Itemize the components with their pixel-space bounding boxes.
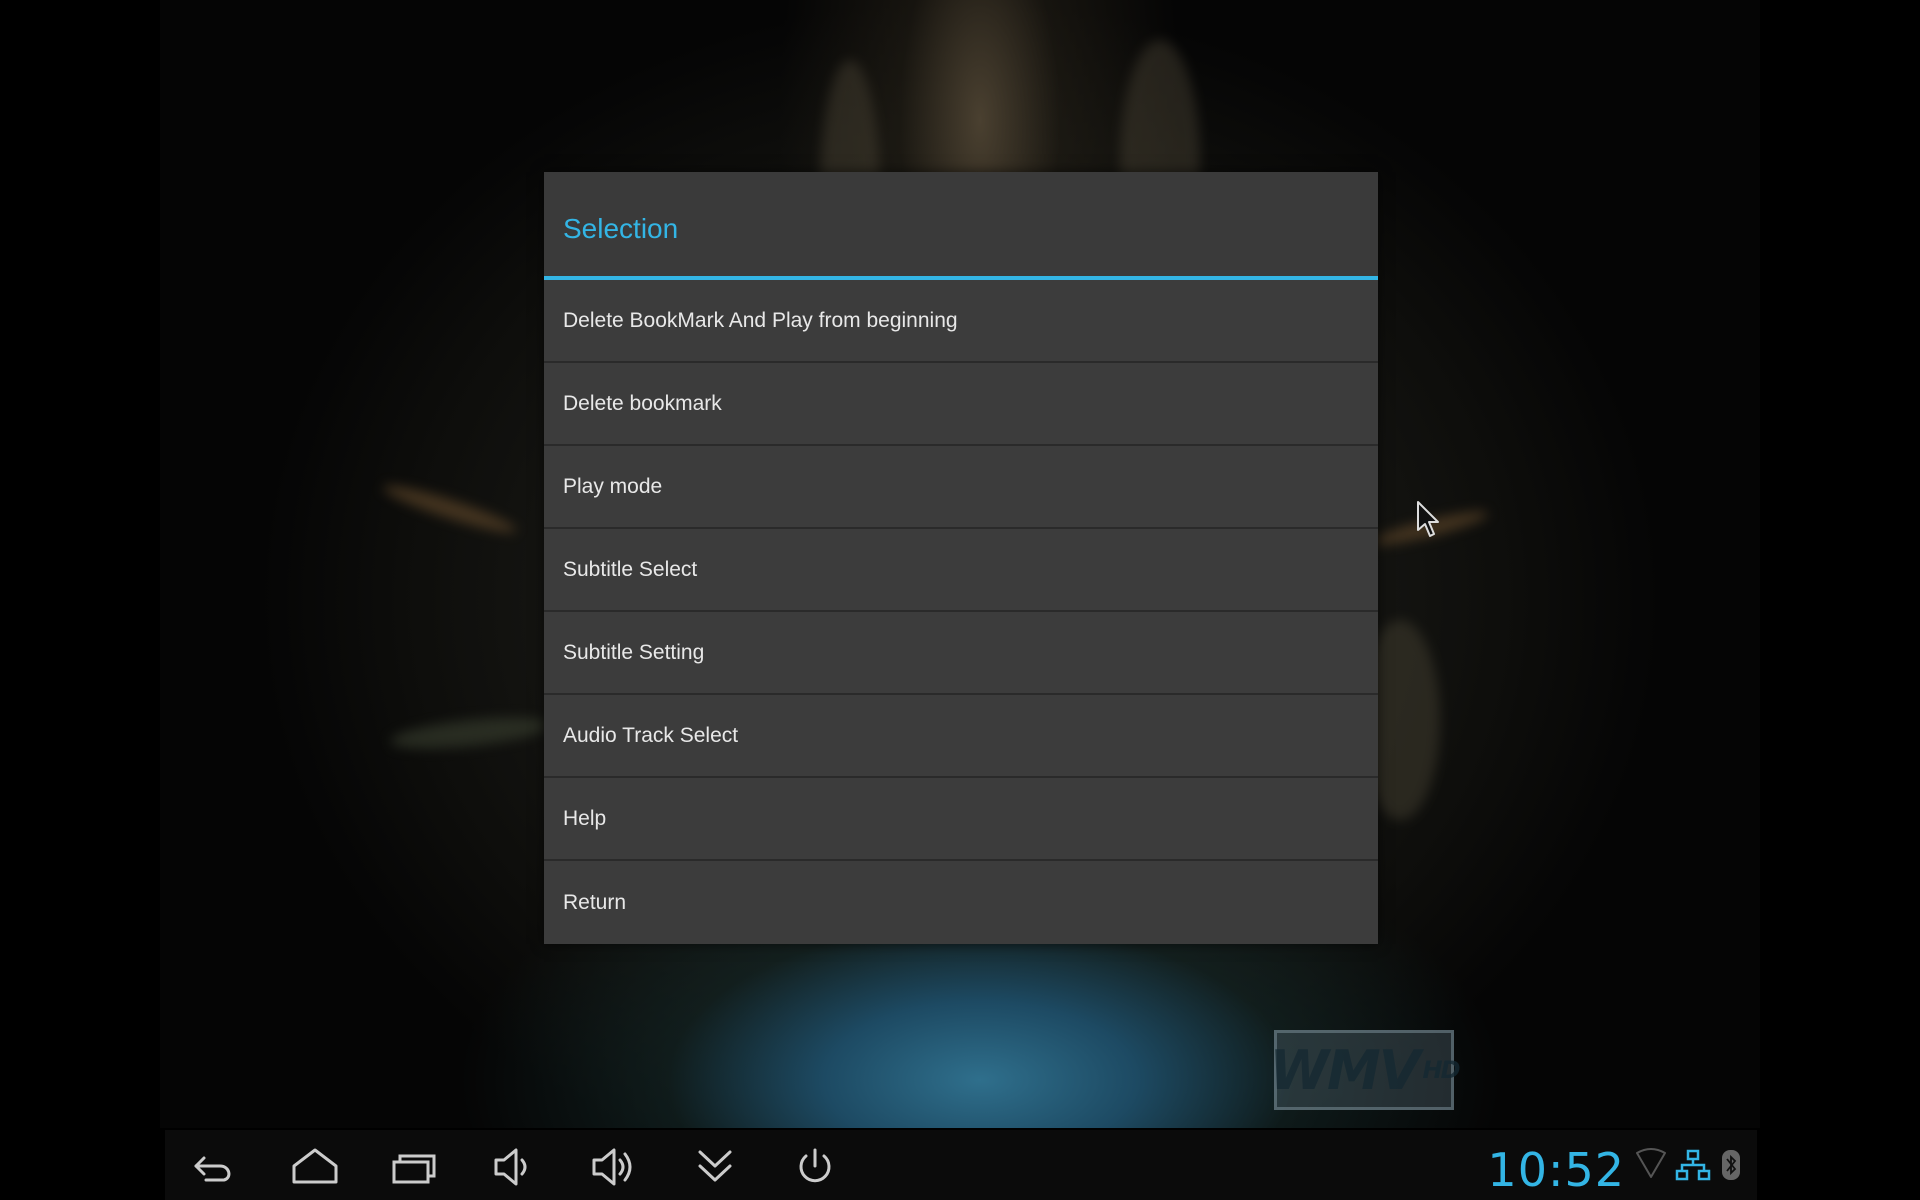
menu-item-label: Delete bookmark <box>563 391 722 415</box>
dialog-header: Selection <box>544 172 1378 280</box>
recent-apps-icon[interactable] <box>390 1144 440 1190</box>
menu-item-subtitle-select[interactable]: Subtitle Select <box>544 529 1378 612</box>
status-area: 10:52 <box>1487 1130 1757 1200</box>
menu-item-label: Audio Track Select <box>563 723 739 747</box>
menu-item-label: Subtitle Select <box>563 557 698 581</box>
menu-item-play-mode[interactable]: Play mode <box>544 446 1378 529</box>
menu-item-audio-track-select[interactable]: Audio Track Select <box>544 695 1378 778</box>
menu-item-label: Subtitle Setting <box>563 640 705 664</box>
menu-item-label: Delete BookMark And Play from beginning <box>563 308 958 332</box>
screen: WMV HD Selection Delete BookMark And Pla… <box>0 0 1920 1200</box>
video-streak <box>380 478 520 540</box>
volume-down-icon[interactable] <box>490 1144 540 1190</box>
clock: 10:52 <box>1487 1143 1625 1197</box>
selection-dialog: Selection Delete BookMark And Play from … <box>544 172 1378 944</box>
ethernet-icon <box>1675 1149 1711 1181</box>
watermark-sub-text: HD <box>1422 1056 1461 1084</box>
menu-item-subtitle-setting[interactable]: Subtitle Setting <box>544 612 1378 695</box>
menu-item-label: Help <box>563 806 607 830</box>
menu-item-label: Play mode <box>563 474 663 498</box>
menu-item-label: Return <box>563 890 627 914</box>
wmv-hd-watermark-logo: WMV HD <box>1269 1030 1461 1110</box>
wifi-icon <box>1636 1148 1666 1178</box>
back-icon[interactable] <box>190 1144 240 1190</box>
menu-item-delete-bookmark[interactable]: Delete bookmark <box>544 363 1378 446</box>
menu-item-delete-bookmark-and-play[interactable]: Delete BookMark And Play from beginning <box>544 280 1378 363</box>
hide-bar-icon[interactable] <box>690 1144 740 1190</box>
mouse-pointer-icon <box>1417 501 1439 537</box>
watermark-main-text: WMV <box>1269 1038 1420 1102</box>
bluetooth-icon <box>1722 1150 1740 1180</box>
volume-up-icon[interactable] <box>590 1144 640 1190</box>
video-streak <box>389 711 551 755</box>
menu-item-help[interactable]: Help <box>544 778 1378 861</box>
power-icon[interactable] <box>790 1144 840 1190</box>
menu-item-return[interactable]: Return <box>544 861 1378 944</box>
system-navigation-bar: 10:52 <box>165 1130 1757 1200</box>
home-icon[interactable] <box>290 1144 340 1190</box>
dialog-title: Selection <box>563 213 679 244</box>
